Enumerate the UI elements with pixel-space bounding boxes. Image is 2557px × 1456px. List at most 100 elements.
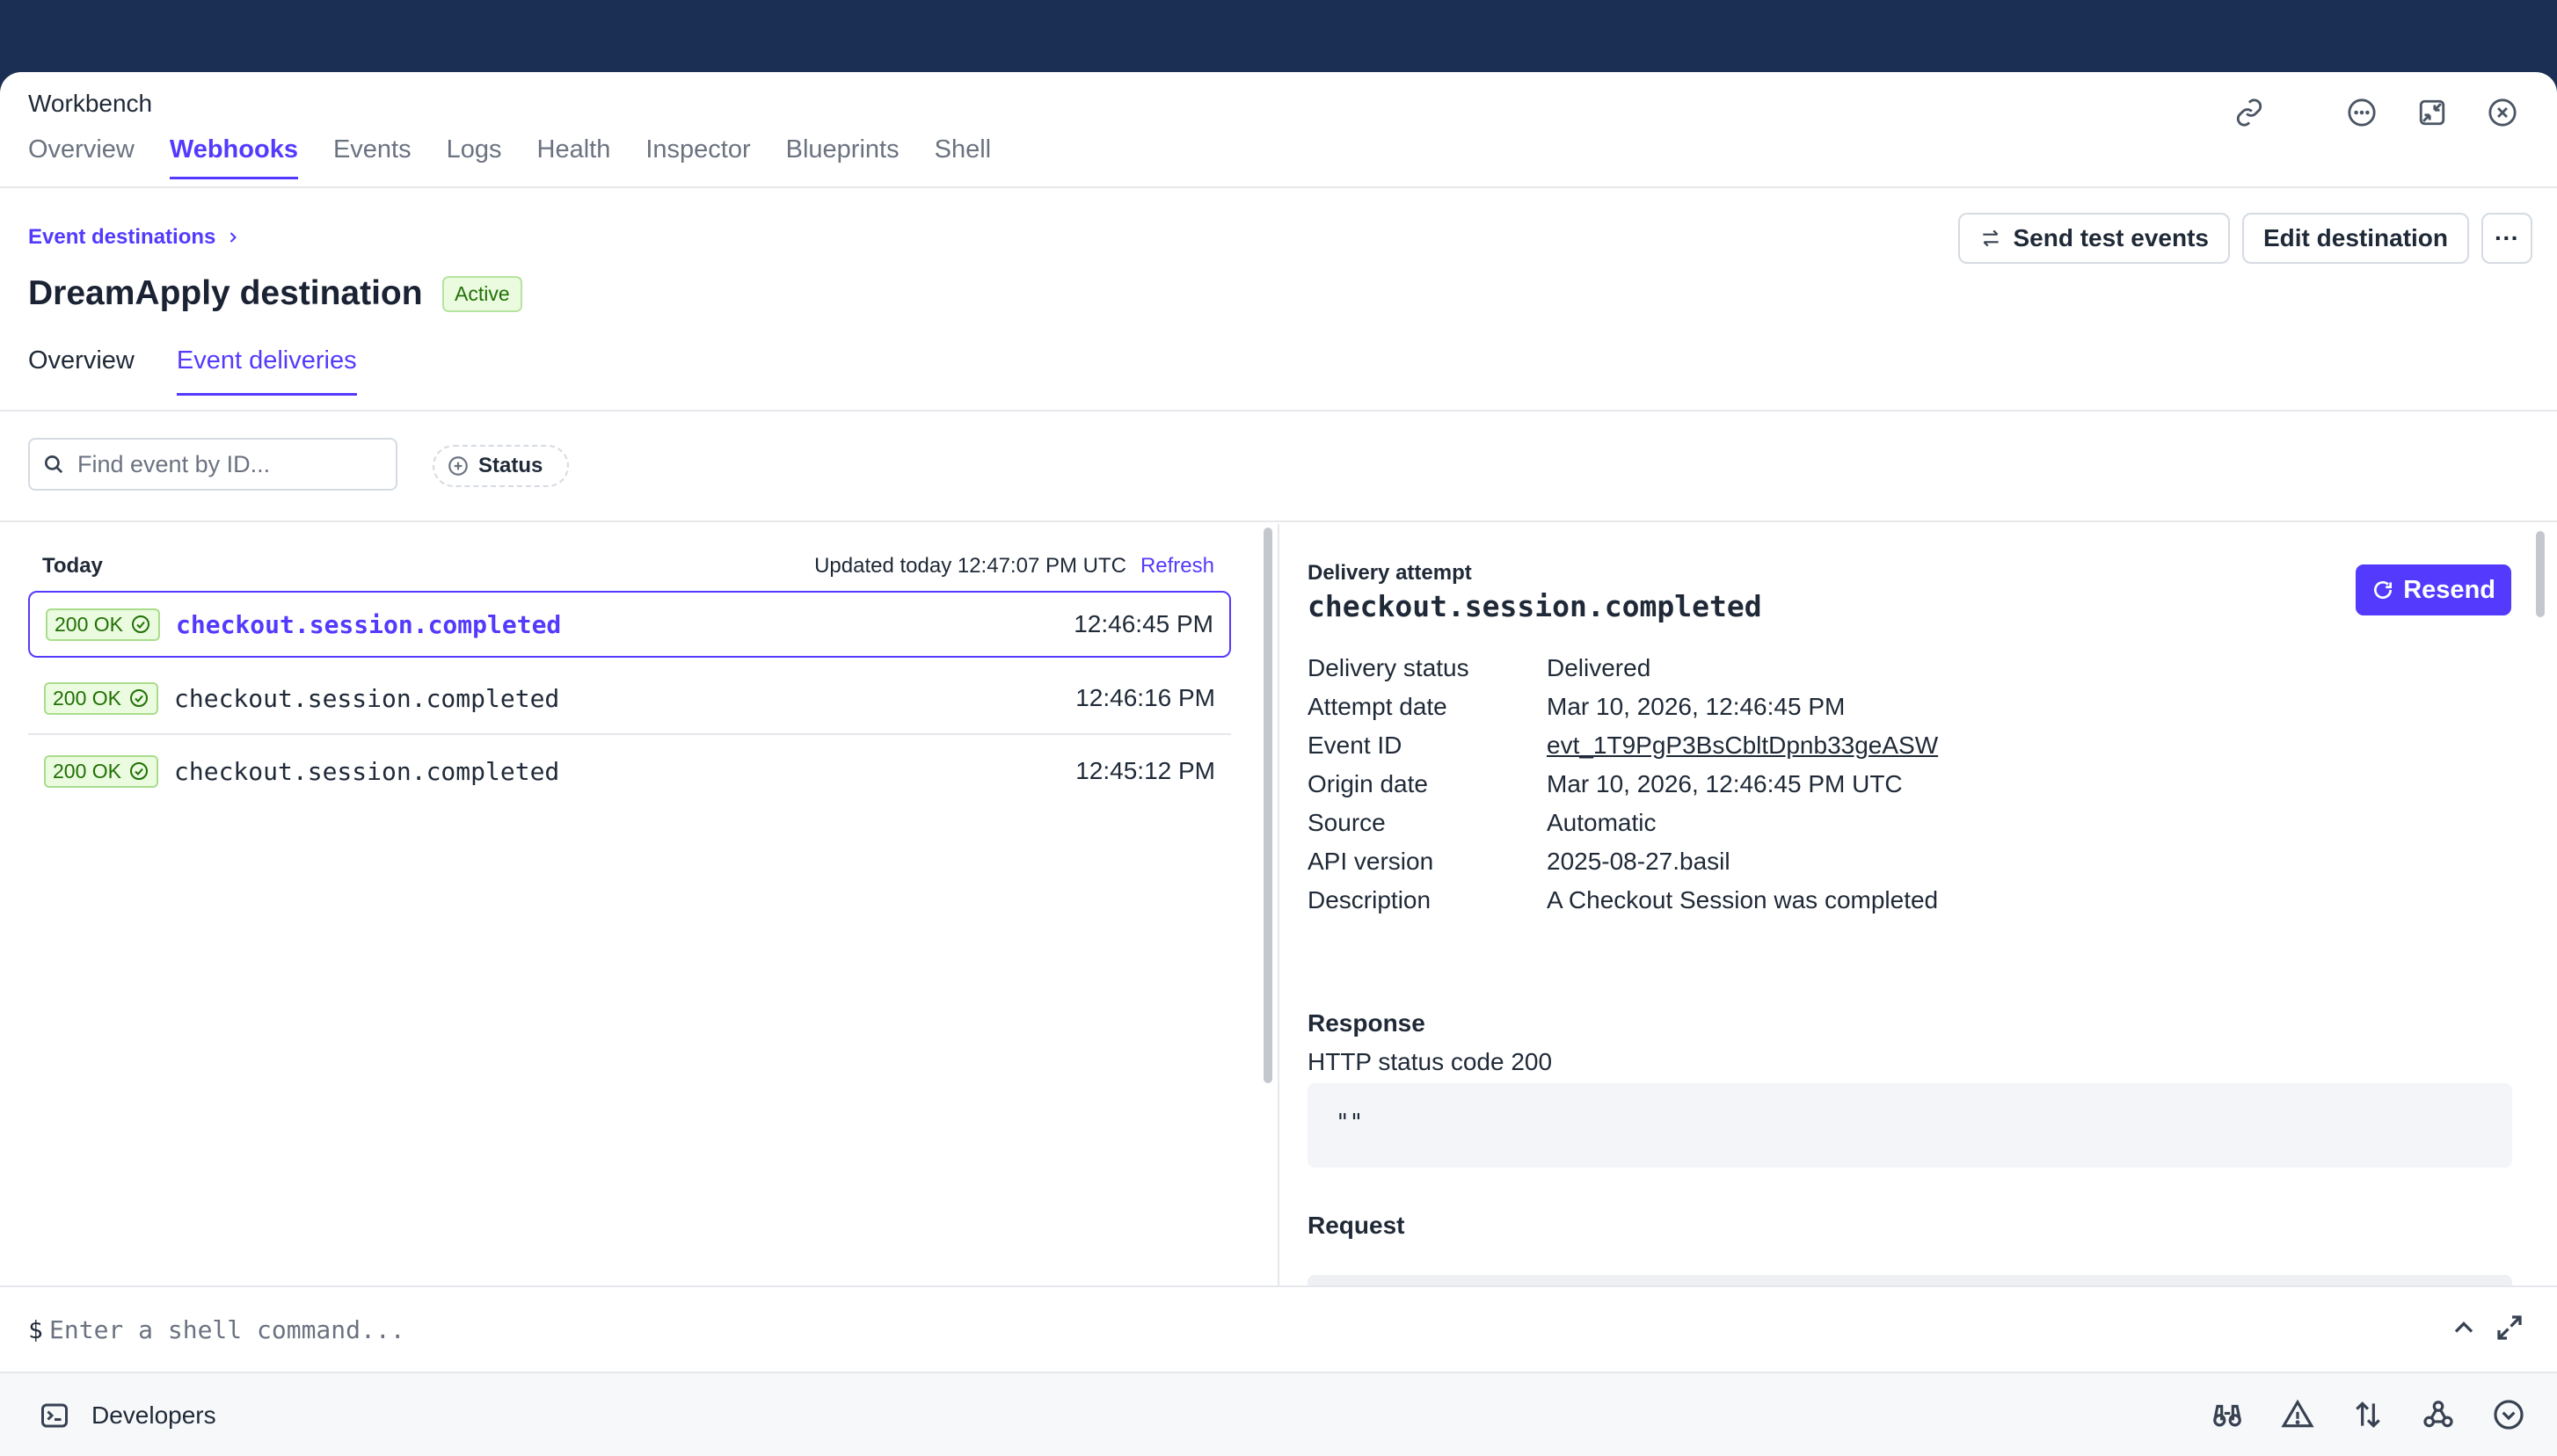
plus-circle-icon [448, 456, 468, 476]
tab-overview[interactable]: Overview [28, 135, 135, 179]
sort-arrows-icon[interactable] [2351, 1398, 2386, 1433]
search-input[interactable] [77, 450, 376, 478]
status-filter-label: Status [478, 454, 543, 477]
status-code: 200 OK [53, 759, 121, 783]
tab-webhooks[interactable]: Webhooks [169, 135, 298, 179]
list-scrollbar[interactable] [1264, 528, 1272, 1083]
field-label: Event ID [1308, 732, 1402, 759]
detail-row: Source Automatic [1308, 804, 1938, 842]
detail-fields: Delivery status Delivered Attempt date M… [1308, 649, 1938, 920]
detail-scrollbar[interactable] [2536, 531, 2545, 617]
refresh-link[interactable]: Refresh [1140, 554, 1214, 579]
breadcrumb[interactable]: Event destinations [28, 225, 242, 250]
destination-subtabs: Overview Event deliveries [28, 346, 357, 396]
delivery-time: 12:45:12 PM [1075, 757, 1215, 784]
header-actions: Send test events Edit destination ··· [1958, 213, 2532, 264]
page-title: DreamApply destination [28, 274, 423, 312]
detail-row: Origin date Mar 10, 2026, 12:46:45 PM UT… [1308, 765, 1938, 804]
tab-inspector[interactable]: Inspector [645, 135, 750, 179]
tab-events[interactable]: Events [333, 135, 412, 179]
section-label: Delivery attempt [1308, 561, 1472, 585]
workbench-panel: Workbench Overview Webhooks Events Logs … [0, 72, 2557, 1456]
response-body-text: "" [1336, 1110, 1364, 1136]
field-value: A Checkout Session was completed [1547, 886, 1939, 914]
field-label: Description [1308, 886, 1431, 914]
subtab-event-deliveries[interactable]: Event deliveries [176, 346, 357, 396]
resend-button[interactable]: Resend [2356, 564, 2511, 615]
webhook-icon[interactable] [2422, 1398, 2457, 1433]
detail-event-type: checkout.session.completed [1308, 589, 1762, 623]
check-circle-icon [130, 689, 148, 707]
developer-tools [2211, 1398, 2527, 1433]
field-value: Automatic [1547, 809, 1657, 836]
send-test-events-button[interactable]: Send test events [1958, 213, 2230, 264]
window-controls [2230, 93, 2522, 132]
field-value: Delivered [1547, 654, 1651, 681]
workbench-tabs: Overview Webhooks Events Logs Health Ins… [28, 135, 991, 179]
check-circle-icon [130, 762, 148, 780]
workbench-topbar: Workbench Overview Webhooks Events Logs … [0, 72, 2557, 188]
shell-input[interactable] [49, 1310, 1632, 1349]
edit-destination-label: Edit destination [2263, 224, 2448, 251]
tab-health[interactable]: Health [537, 135, 611, 179]
detail-row: Event ID evt_1T9PgP3BsCbltDpnb33geASW [1308, 726, 1938, 765]
delivery-row[interactable]: 200 OK checkout.session.completed 12:45:… [28, 735, 1231, 807]
status-badge: Active [442, 276, 522, 312]
detail-row: Description A Checkout Session was compl… [1308, 881, 1938, 920]
developers-bar: Developers [0, 1372, 2557, 1456]
response-body: "" [1308, 1083, 2512, 1168]
detail-row: Attempt date Mar 10, 2026, 12:46:45 PM [1308, 688, 1938, 726]
subtab-overview[interactable]: Overview [28, 346, 135, 396]
breadcrumb-link[interactable]: Event destinations [28, 225, 215, 250]
expand-icon[interactable] [2494, 1312, 2529, 1347]
resend-label: Resend [2403, 575, 2495, 604]
edit-destination-button[interactable]: Edit destination [2242, 213, 2469, 264]
binoculars-icon[interactable] [2211, 1398, 2246, 1433]
event-name: checkout.session.completed [176, 609, 562, 639]
updated-info: Updated today 12:47:07 PM UTC Refresh [814, 554, 1214, 579]
delivery-time: 12:46:16 PM [1075, 684, 1215, 711]
workbench-title: Workbench [28, 90, 153, 117]
status-badge: 200 OK [44, 681, 158, 715]
collapse-icon[interactable] [2413, 93, 2451, 132]
refresh-icon [2374, 581, 2393, 600]
chevron-down-circle-icon[interactable] [2492, 1398, 2527, 1433]
developers-label[interactable]: Developers [91, 1401, 216, 1430]
shell-bar: $ [0, 1285, 2557, 1372]
search-field[interactable] [28, 438, 397, 491]
status-badge: 200 OK [46, 608, 160, 641]
status-code: 200 OK [55, 612, 123, 636]
link-icon[interactable] [2230, 93, 2269, 132]
more-icon[interactable] [2342, 93, 2381, 132]
chevron-right-icon [230, 232, 237, 243]
swap-arrows-icon [1983, 229, 2000, 247]
status-filter-button[interactable]: Status [433, 445, 570, 487]
status-badge: 200 OK [44, 754, 158, 788]
request-body [1308, 1275, 2512, 1285]
event-name: checkout.session.completed [174, 683, 560, 713]
delivery-detail-pane: Delivery attempt checkout.session.comple… [1281, 524, 2557, 1285]
updated-text: Updated today 12:47:07 PM UTC [814, 554, 1126, 578]
field-value: Mar 10, 2026, 12:46:45 PM UTC [1547, 770, 1903, 797]
delivery-time: 12:46:45 PM [1074, 610, 1213, 637]
group-label: Today [42, 554, 103, 578]
check-circle-icon [132, 615, 149, 633]
deliveries-list: 200 OK checkout.session.completed 12:46:… [28, 591, 1231, 807]
close-icon[interactable] [2483, 93, 2522, 132]
tab-logs[interactable]: Logs [447, 135, 502, 179]
tab-shell[interactable]: Shell [935, 135, 992, 179]
event-id-link[interactable]: evt_1T9PgP3BsCbltDpnb33geASW [1547, 732, 1938, 760]
status-code: 200 OK [53, 686, 121, 710]
delivery-row[interactable]: 200 OK checkout.session.completed 12:46:… [28, 591, 1231, 658]
request-heading: Request [1308, 1212, 1405, 1239]
event-name: checkout.session.completed [174, 756, 560, 786]
detail-row: Delivery status Delivered [1308, 649, 1938, 688]
chevron-up-icon[interactable] [2448, 1312, 2483, 1347]
more-actions-button[interactable]: ··· [2481, 213, 2532, 264]
field-label: Origin date [1308, 770, 1428, 797]
warning-icon[interactable] [2281, 1398, 2316, 1433]
shell-prompt: $ [28, 1315, 43, 1344]
delivery-row[interactable]: 200 OK checkout.session.completed 12:46:… [28, 663, 1231, 735]
field-label: API version [1308, 848, 1434, 875]
tab-blueprints[interactable]: Blueprints [786, 135, 900, 179]
